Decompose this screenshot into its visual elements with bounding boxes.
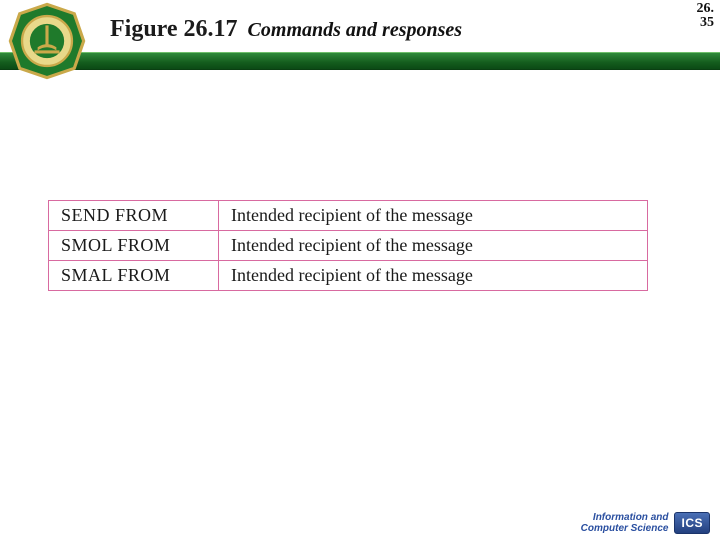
description-cell: Intended recipient of the message <box>219 201 648 231</box>
page-indicator: 26. 35 <box>697 2 715 30</box>
slide-header: Figure 26.17 Commands and responses 26. … <box>0 0 720 72</box>
university-logo <box>8 2 86 80</box>
footer-line2: Computer Science <box>581 523 669 534</box>
table-row: SEND FROM Intended recipient of the mess… <box>49 201 648 231</box>
footer-badge: ICS <box>674 512 710 534</box>
figure-title: Commands and responses <box>248 19 463 42</box>
commands-table: SEND FROM Intended recipient of the mess… <box>48 200 648 291</box>
command-cell: SMAL FROM <box>49 261 219 291</box>
description-cell: Intended recipient of the message <box>219 231 648 261</box>
page-chapter: 26. <box>697 2 715 16</box>
header-stripe <box>0 52 720 70</box>
table-row: SMAL FROM Intended recipient of the mess… <box>49 261 648 291</box>
footer-dept-text: Information and Computer Science <box>581 512 669 534</box>
page-number: 35 <box>697 16 715 30</box>
command-cell: SEND FROM <box>49 201 219 231</box>
commands-table-wrap: SEND FROM Intended recipient of the mess… <box>48 200 648 291</box>
footer-line1: Information and <box>581 512 669 523</box>
figure-title-block: Figure 26.17 Commands and responses <box>110 16 462 43</box>
command-cell: SMOL FROM <box>49 231 219 261</box>
figure-number: Figure 26.17 <box>110 16 238 43</box>
description-cell: Intended recipient of the message <box>219 261 648 291</box>
footer-dept-logo: Information and Computer Science ICS <box>581 507 710 534</box>
table-row: SMOL FROM Intended recipient of the mess… <box>49 231 648 261</box>
